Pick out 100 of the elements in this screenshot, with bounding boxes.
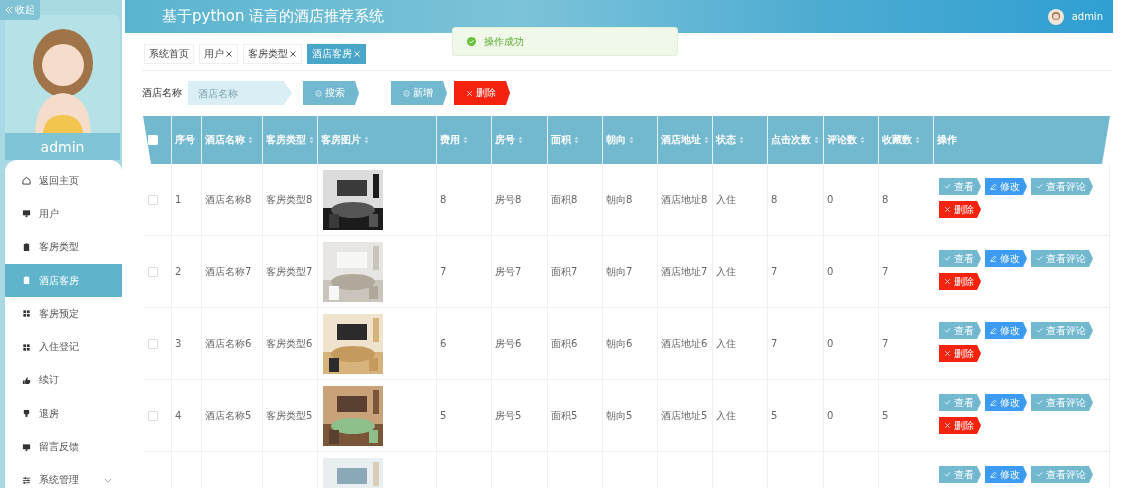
pin-icon: [22, 409, 31, 419]
column-header: 客房图片: [321, 133, 361, 147]
user-name: admin: [1071, 11, 1103, 22]
pencil-icon: [990, 471, 997, 478]
column-header: 面积: [551, 133, 571, 147]
table-cell: 酒店名称7: [202, 236, 263, 308]
tab[interactable]: 系统首页: [144, 44, 194, 64]
menu-item[interactable]: 入住登记: [5, 330, 122, 364]
column-header: 客房类型: [266, 133, 306, 147]
table-cell: 7: [768, 308, 824, 380]
checkbox[interactable]: [148, 410, 158, 421]
field-label: 酒店名称: [142, 86, 182, 100]
column-header: 费用: [440, 133, 460, 147]
table-cell: 酒店名称6: [202, 308, 263, 380]
view-comments-button[interactable]: 查看评论: [1031, 394, 1093, 411]
delete-button[interactable]: 删除: [939, 417, 981, 434]
home-icon: [22, 176, 31, 186]
edit-button[interactable]: 修改: [985, 250, 1027, 267]
column-header: 房号: [495, 133, 515, 147]
search-button[interactable]: 搜索: [303, 81, 359, 105]
table-cell: 面积8: [548, 164, 603, 236]
menu-item[interactable]: 用户: [5, 197, 122, 231]
delete-button[interactable]: 删除: [939, 201, 981, 218]
table-cell: 面积5: [548, 380, 603, 452]
table-cell: 面积7: [548, 236, 603, 308]
add-button[interactable]: 新增: [391, 81, 447, 105]
column-header: 朝向: [606, 133, 626, 147]
edit-button[interactable]: 修改: [985, 394, 1027, 411]
sort-icon: [463, 136, 468, 144]
table-cell: 0: [824, 308, 879, 380]
chevron-down-icon: [104, 477, 112, 483]
table-cell: 入住: [713, 380, 768, 452]
sort-icon: [518, 136, 523, 144]
check-icon: [944, 471, 951, 478]
menu-item[interactable]: 客房预定: [5, 297, 122, 331]
check-icon: [1036, 471, 1043, 478]
check-circle-icon: [467, 37, 476, 46]
table-cell: 入住: [713, 236, 768, 308]
column-header: 操作: [937, 133, 957, 147]
check-icon: [944, 399, 951, 406]
table-cell: 1: [172, 164, 202, 236]
app-title: 基于python 语言的酒店推荐系统: [162, 7, 386, 26]
view-button[interactable]: 查看: [939, 178, 981, 195]
table-cell: 5: [768, 380, 824, 452]
table-cell: 客房类型7: [263, 236, 318, 308]
view-comments-button[interactable]: 查看评论: [1031, 250, 1093, 267]
column-header: 状态: [716, 133, 736, 147]
table-cell: 7: [879, 308, 934, 380]
collapse-button[interactable]: 收起: [0, 0, 40, 20]
thumbs-up-icon: [22, 375, 31, 385]
close-icon: [353, 50, 361, 58]
view-button[interactable]: 查看: [939, 250, 981, 267]
grid-icon: [22, 309, 31, 319]
tab[interactable]: 客房类型: [243, 44, 302, 64]
table-cell: 8: [437, 164, 492, 236]
view-comments-button[interactable]: 查看评论: [1031, 322, 1093, 339]
edit-button[interactable]: 修改: [985, 466, 1027, 483]
pencil-icon: [990, 255, 997, 262]
column-header: 收藏数: [882, 133, 912, 147]
view-comments-button[interactable]: 查看评论: [1031, 466, 1093, 483]
menu-item[interactable]: 续订: [5, 363, 122, 398]
edit-button[interactable]: 修改: [985, 178, 1027, 195]
table-cell: 客房类型5: [263, 380, 318, 452]
pencil-icon: [990, 399, 997, 406]
table-cell: 朝向8: [603, 164, 658, 236]
tab[interactable]: 用户: [199, 44, 238, 64]
checkbox[interactable]: [148, 338, 158, 349]
view-button[interactable]: 查看: [939, 394, 981, 411]
delete-button[interactable]: 删除: [939, 345, 981, 362]
success-toast: 操作成功: [452, 27, 678, 56]
table-cell: 6: [437, 308, 492, 380]
search-field[interactable]: 酒店名称: [188, 81, 292, 105]
view-button[interactable]: 查看: [939, 466, 981, 483]
tab[interactable]: 酒店客房: [307, 44, 366, 64]
close-icon: [466, 89, 473, 97]
check-icon: [944, 183, 951, 190]
table-cell: 4: [172, 380, 202, 452]
checkbox[interactable]: [148, 266, 158, 277]
table-cell: 入住: [713, 308, 768, 380]
menu-item[interactable]: 留言反馈: [5, 430, 122, 464]
sort-icon: [309, 136, 314, 144]
menu-item[interactable]: 酒店客房: [5, 263, 122, 298]
view-comments-button[interactable]: 查看评论: [1031, 178, 1093, 195]
check-icon: [944, 327, 951, 334]
table-cell: 0: [824, 164, 879, 236]
checkbox[interactable]: [148, 194, 158, 205]
table-cell: 5: [879, 380, 934, 452]
clipboard-icon: [22, 242, 31, 252]
sort-icon: [704, 136, 709, 144]
delete-button[interactable]: 删除: [939, 273, 981, 290]
menu-item[interactable]: 返回主页: [5, 164, 122, 198]
menu-item[interactable]: 系统管理: [5, 463, 122, 488]
menu-item[interactable]: 客房类型: [5, 230, 122, 264]
edit-button[interactable]: 修改: [985, 322, 1027, 339]
view-button[interactable]: 查看: [939, 322, 981, 339]
delete-button[interactable]: 删除: [454, 81, 510, 105]
table-cell: 朝向6: [603, 308, 658, 380]
monitor-icon: [22, 442, 31, 452]
close-icon: [944, 278, 951, 285]
menu-item[interactable]: 退房: [5, 397, 122, 431]
